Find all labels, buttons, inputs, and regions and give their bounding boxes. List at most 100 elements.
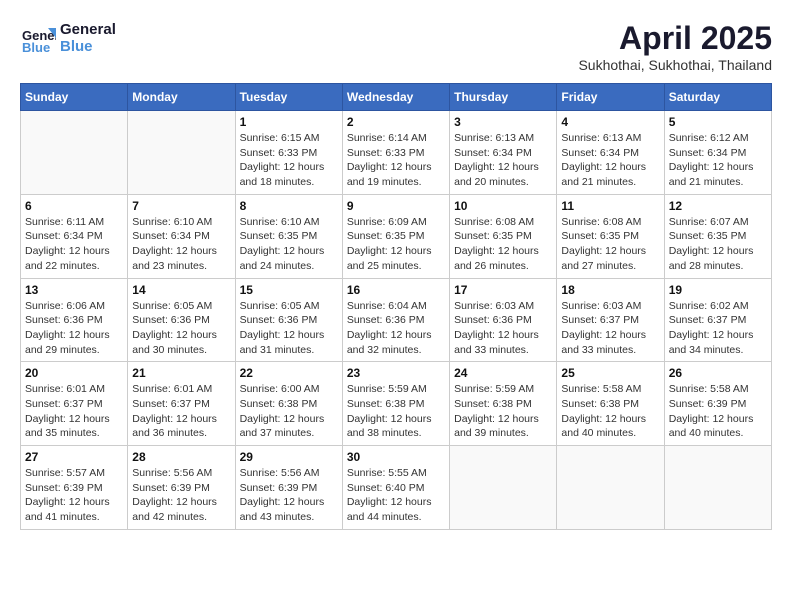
logo: General Blue General Blue	[20, 20, 116, 56]
calendar-cell: 27 Sunrise: 5:57 AM Sunset: 6:39 PM Dayli…	[21, 446, 128, 530]
day-number: 18	[561, 283, 659, 297]
day-number: 20	[25, 366, 123, 380]
day-info: Sunrise: 6:13 AM Sunset: 6:34 PM Dayligh…	[454, 131, 552, 190]
day-info: Sunrise: 5:55 AM Sunset: 6:40 PM Dayligh…	[347, 466, 445, 525]
weekday-header-row: SundayMondayTuesdayWednesdayThursdayFrid…	[21, 84, 772, 111]
calendar-week-row: 1Sunrise: 6:15 AM Sunset: 6:33 PM Daylig…	[21, 111, 772, 195]
weekday-header: Tuesday	[235, 84, 342, 111]
day-number: 25	[561, 366, 659, 380]
calendar-cell	[664, 446, 771, 530]
calendar-week-row: 13Sunrise: 6:06 AM Sunset: 6:36 PM Dayli…	[21, 278, 772, 362]
day-number: 21	[132, 366, 230, 380]
day-info: Sunrise: 6:08 AM Sunset: 6:35 PM Dayligh…	[454, 215, 552, 274]
calendar-cell: 5Sunrise: 6:12 AM Sunset: 6:34 PM Daylig…	[664, 111, 771, 195]
day-info: Sunrise: 6:10 AM Sunset: 6:35 PM Dayligh…	[240, 215, 338, 274]
calendar: SundayMondayTuesdayWednesdayThursdayFrid…	[20, 83, 772, 530]
calendar-cell: 25 Sunrise: 5:58 AM Sunset: 6:38 PM Dayli…	[557, 362, 664, 446]
logo-icon: General Blue	[20, 20, 56, 56]
day-number: 23	[347, 366, 445, 380]
day-info: Sunrise: 6:05 AM Sunset: 6:36 PM Dayligh…	[240, 299, 338, 358]
day-info: Sunrise: 5:58 AM Sunset: 6:38 PM Dayligh…	[561, 382, 659, 441]
day-info: Sunrise: 5:59 AM Sunset: 6:38 PM Dayligh…	[347, 382, 445, 441]
calendar-cell	[557, 446, 664, 530]
calendar-cell: 24 Sunrise: 5:59 AM Sunset: 6:38 PM Dayli…	[450, 362, 557, 446]
day-number: 2	[347, 115, 445, 129]
day-number: 27	[25, 450, 123, 464]
calendar-cell: 22Sunrise: 6:00 AM Sunset: 6:38 PM Dayli…	[235, 362, 342, 446]
day-number: 4	[561, 115, 659, 129]
day-number: 26	[669, 366, 767, 380]
day-number: 9	[347, 199, 445, 213]
calendar-cell: 29 Sunrise: 5:56 AM Sunset: 6:39 PM Dayli…	[235, 446, 342, 530]
calendar-cell	[450, 446, 557, 530]
day-info: Sunrise: 6:02 AM Sunset: 6:37 PM Dayligh…	[669, 299, 767, 358]
day-info: Sunrise: 6:03 AM Sunset: 6:37 PM Dayligh…	[561, 299, 659, 358]
calendar-week-row: 27 Sunrise: 5:57 AM Sunset: 6:39 PM Dayli…	[21, 446, 772, 530]
day-info: Sunrise: 6:07 AM Sunset: 6:35 PM Dayligh…	[669, 215, 767, 274]
weekday-header: Monday	[128, 84, 235, 111]
calendar-cell: 21 Sunrise: 6:01 AM Sunset: 6:37 PM Dayli…	[128, 362, 235, 446]
calendar-cell: 4Sunrise: 6:13 AM Sunset: 6:34 PM Daylig…	[557, 111, 664, 195]
day-info: Sunrise: 6:09 AM Sunset: 6:35 PM Dayligh…	[347, 215, 445, 274]
day-info: Sunrise: 6:08 AM Sunset: 6:35 PM Dayligh…	[561, 215, 659, 274]
calendar-cell: 9 Sunrise: 6:09 AM Sunset: 6:35 PM Daylig…	[342, 194, 449, 278]
day-info: Sunrise: 6:11 AM Sunset: 6:34 PM Dayligh…	[25, 215, 123, 274]
day-number: 29	[240, 450, 338, 464]
logo-line2: Blue	[60, 38, 116, 55]
day-number: 1	[240, 115, 338, 129]
day-number: 28	[132, 450, 230, 464]
calendar-cell: 15 Sunrise: 6:05 AM Sunset: 6:36 PM Dayli…	[235, 278, 342, 362]
day-number: 30	[347, 450, 445, 464]
day-number: 17	[454, 283, 552, 297]
weekday-header: Sunday	[21, 84, 128, 111]
day-info: Sunrise: 6:01 AM Sunset: 6:37 PM Dayligh…	[25, 382, 123, 441]
day-info: Sunrise: 5:58 AM Sunset: 6:39 PM Dayligh…	[669, 382, 767, 441]
calendar-cell: 20 Sunrise: 6:01 AM Sunset: 6:37 PM Dayli…	[21, 362, 128, 446]
day-number: 24	[454, 366, 552, 380]
title-block: April 2025 Sukhothai, Sukhothai, Thailan…	[578, 20, 772, 73]
day-info: Sunrise: 5:56 AM Sunset: 6:39 PM Dayligh…	[240, 466, 338, 525]
calendar-cell: 3 Sunrise: 6:13 AM Sunset: 6:34 PM Daylig…	[450, 111, 557, 195]
day-info: Sunrise: 5:57 AM Sunset: 6:39 PM Dayligh…	[25, 466, 123, 525]
calendar-cell: 28 Sunrise: 5:56 AM Sunset: 6:39 PM Dayli…	[128, 446, 235, 530]
svg-text:Blue: Blue	[22, 40, 50, 55]
day-info: Sunrise: 6:04 AM Sunset: 6:36 PM Dayligh…	[347, 299, 445, 358]
calendar-cell: 23 Sunrise: 5:59 AM Sunset: 6:38 PM Dayli…	[342, 362, 449, 446]
calendar-cell: 6 Sunrise: 6:11 AM Sunset: 6:34 PM Daylig…	[21, 194, 128, 278]
calendar-cell: 14Sunrise: 6:05 AM Sunset: 6:36 PM Dayli…	[128, 278, 235, 362]
day-number: 16	[347, 283, 445, 297]
calendar-cell: 10 Sunrise: 6:08 AM Sunset: 6:35 PM Dayli…	[450, 194, 557, 278]
day-number: 14	[132, 283, 230, 297]
calendar-cell: 1Sunrise: 6:15 AM Sunset: 6:33 PM Daylig…	[235, 111, 342, 195]
calendar-cell: 11Sunrise: 6:08 AM Sunset: 6:35 PM Dayli…	[557, 194, 664, 278]
calendar-cell: 7Sunrise: 6:10 AM Sunset: 6:34 PM Daylig…	[128, 194, 235, 278]
day-info: Sunrise: 6:01 AM Sunset: 6:37 PM Dayligh…	[132, 382, 230, 441]
calendar-week-row: 6 Sunrise: 6:11 AM Sunset: 6:34 PM Daylig…	[21, 194, 772, 278]
calendar-cell: 18 Sunrise: 6:03 AM Sunset: 6:37 PM Dayli…	[557, 278, 664, 362]
day-info: Sunrise: 6:12 AM Sunset: 6:34 PM Dayligh…	[669, 131, 767, 190]
calendar-cell: 13Sunrise: 6:06 AM Sunset: 6:36 PM Dayli…	[21, 278, 128, 362]
calendar-cell	[128, 111, 235, 195]
logo-line1: General	[60, 21, 116, 38]
calendar-cell: 8 Sunrise: 6:10 AM Sunset: 6:35 PM Daylig…	[235, 194, 342, 278]
calendar-cell: 2Sunrise: 6:14 AM Sunset: 6:33 PM Daylig…	[342, 111, 449, 195]
day-info: Sunrise: 6:00 AM Sunset: 6:38 PM Dayligh…	[240, 382, 338, 441]
month-title: April 2025	[578, 20, 772, 57]
calendar-cell: 17 Sunrise: 6:03 AM Sunset: 6:36 PM Dayli…	[450, 278, 557, 362]
weekday-header: Thursday	[450, 84, 557, 111]
location: Sukhothai, Sukhothai, Thailand	[578, 57, 772, 73]
calendar-cell: 16 Sunrise: 6:04 AM Sunset: 6:36 PM Dayli…	[342, 278, 449, 362]
calendar-week-row: 20 Sunrise: 6:01 AM Sunset: 6:37 PM Dayli…	[21, 362, 772, 446]
day-number: 19	[669, 283, 767, 297]
page-header: General Blue General Blue April 2025 Suk…	[20, 20, 772, 73]
day-info: Sunrise: 5:56 AM Sunset: 6:39 PM Dayligh…	[132, 466, 230, 525]
day-number: 15	[240, 283, 338, 297]
day-number: 10	[454, 199, 552, 213]
day-info: Sunrise: 6:03 AM Sunset: 6:36 PM Dayligh…	[454, 299, 552, 358]
calendar-cell: 30 Sunrise: 5:55 AM Sunset: 6:40 PM Dayli…	[342, 446, 449, 530]
day-info: Sunrise: 5:59 AM Sunset: 6:38 PM Dayligh…	[454, 382, 552, 441]
day-number: 6	[25, 199, 123, 213]
day-number: 3	[454, 115, 552, 129]
weekday-header: Friday	[557, 84, 664, 111]
day-number: 8	[240, 199, 338, 213]
